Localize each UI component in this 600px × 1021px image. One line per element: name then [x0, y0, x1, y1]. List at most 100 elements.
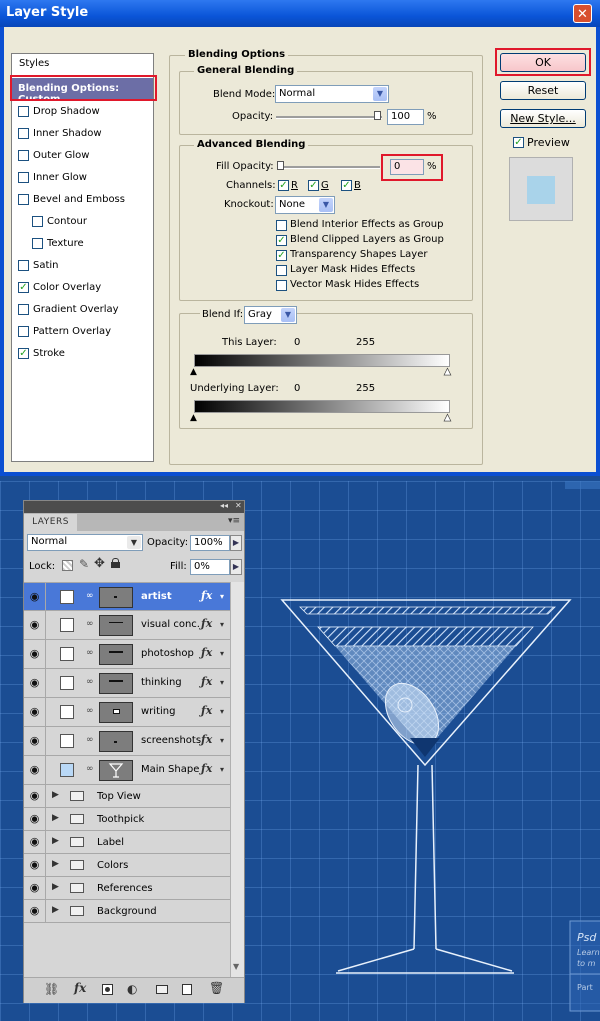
- group-row-label[interactable]: ◉ ▶ Label: [24, 831, 244, 854]
- fx-icon[interactable]: ƒx: [201, 675, 212, 688]
- opacity-slider[interactable]: [276, 116, 382, 119]
- layer-color-swatch[interactable]: [60, 618, 74, 632]
- channel-b-checkbox[interactable]: ✓: [341, 180, 352, 191]
- link-layers-icon[interactable]: ⛓: [44, 982, 59, 996]
- new-style-button[interactable]: New Style...: [500, 109, 586, 128]
- transparency-shapes-checkbox[interactable]: ✓: [276, 250, 287, 261]
- eye-icon[interactable]: ◉: [24, 854, 46, 876]
- satin-checkbox[interactable]: [18, 260, 29, 271]
- opacity-slider-thumb[interactable]: [374, 111, 381, 120]
- channel-r-checkbox[interactable]: ✓: [278, 180, 289, 191]
- expand-effects-icon[interactable]: ▾: [220, 765, 224, 774]
- new-layer-icon[interactable]: [182, 984, 192, 995]
- link-icon[interactable]: ∞: [86, 735, 94, 745]
- layer-blend-mode-select[interactable]: Normal ▼: [27, 534, 143, 551]
- fill-input[interactable]: 0%: [190, 559, 230, 575]
- expand-triangle-icon[interactable]: ▶: [52, 790, 59, 800]
- style-item-satin[interactable]: Satin: [12, 256, 153, 276]
- vector-mask-thumbnail[interactable]: [99, 760, 133, 781]
- blend-clipped-checkbox[interactable]: ✓: [276, 235, 287, 246]
- styles-header[interactable]: Styles: [19, 58, 49, 69]
- close-icon[interactable]: ✕: [573, 4, 592, 23]
- fx-icon[interactable]: ƒx: [201, 762, 212, 775]
- eye-icon[interactable]: ◉: [24, 785, 46, 807]
- expand-effects-icon[interactable]: ▾: [220, 592, 224, 601]
- chevron-down-icon[interactable]: ▼: [127, 536, 141, 549]
- preview-checkbox[interactable]: ✓: [513, 137, 524, 148]
- channel-g-checkbox[interactable]: ✓: [308, 180, 319, 191]
- eye-icon[interactable]: ◉: [24, 727, 46, 755]
- layer-row-artist[interactable]: ◉ ∞ artist ƒx ▾: [24, 582, 244, 611]
- inner-shadow-checkbox[interactable]: [18, 128, 29, 139]
- eye-icon[interactable]: ◉: [24, 877, 46, 899]
- layer-mask-hides-checkbox[interactable]: [276, 265, 287, 276]
- expand-triangle-icon[interactable]: ▶: [52, 905, 59, 915]
- link-icon[interactable]: ∞: [86, 591, 94, 601]
- panel-title-bar[interactable]: ◂◂ ✕: [24, 501, 244, 513]
- fill-opacity-slider[interactable]: [278, 166, 380, 169]
- vector-mask-thumbnail[interactable]: [99, 615, 133, 636]
- vector-mask-hides-checkbox[interactable]: [276, 280, 287, 291]
- opacity-input[interactable]: 100: [387, 109, 424, 125]
- link-icon[interactable]: ∞: [86, 706, 94, 716]
- vector-mask-thumbnail[interactable]: [99, 673, 133, 694]
- expand-effects-icon[interactable]: ▾: [220, 649, 224, 658]
- fx-icon[interactable]: ƒx: [201, 617, 212, 630]
- inner-glow-checkbox[interactable]: [18, 172, 29, 183]
- trash-icon[interactable]: 🗑: [209, 981, 224, 995]
- style-item-inner-shadow[interactable]: Inner Shadow: [12, 124, 153, 144]
- fill-opacity-slider-thumb[interactable]: [277, 161, 284, 170]
- lock-all-icon[interactable]: [111, 558, 120, 568]
- this-layer-white-thumb[interactable]: ▲: [444, 367, 452, 378]
- style-item-pattern-overlay[interactable]: Pattern Overlay: [12, 322, 153, 342]
- contour-checkbox[interactable]: [32, 216, 43, 227]
- layer-row-writing[interactable]: ◉ ∞ writing ƒx ▾: [24, 698, 244, 727]
- new-group-icon[interactable]: [156, 985, 168, 994]
- expand-triangle-icon[interactable]: ▶: [52, 859, 59, 869]
- group-row-toothpick[interactable]: ◉ ▶ Toothpick: [24, 808, 244, 831]
- style-item-stroke[interactable]: ✓ Stroke: [12, 344, 153, 364]
- layer-row-visual-concept[interactable]: ◉ ∞ visual conc... ƒx ▾: [24, 611, 244, 640]
- style-item-drop-shadow[interactable]: Drop Shadow: [12, 102, 153, 122]
- vector-mask-thumbnail[interactable]: [99, 644, 133, 665]
- dialog-title-bar[interactable]: Layer Style ✕: [0, 0, 600, 27]
- drop-shadow-checkbox[interactable]: [18, 106, 29, 117]
- group-row-background[interactable]: ◉ ▶ Background: [24, 900, 244, 923]
- style-item-contour[interactable]: Contour: [12, 212, 153, 232]
- fill-arrow-icon[interactable]: ▶: [230, 559, 242, 575]
- eye-icon[interactable]: ◉: [24, 900, 46, 922]
- vector-mask-thumbnail[interactable]: [99, 731, 133, 752]
- gradient-overlay-checkbox[interactable]: [18, 304, 29, 315]
- fx-icon[interactable]: ƒx: [201, 589, 212, 602]
- scroll-down-icon[interactable]: ▼: [233, 962, 239, 971]
- blend-if-select[interactable]: Gray ▼: [244, 306, 297, 324]
- expand-effects-icon[interactable]: ▾: [220, 736, 224, 745]
- adjustment-layer-icon[interactable]: ◐: [127, 982, 137, 996]
- stroke-checkbox[interactable]: ✓: [18, 348, 29, 359]
- layer-row-main-shape[interactable]: ◉ ∞ Main Shape ƒx ▾: [24, 756, 244, 785]
- group-row-references[interactable]: ◉ ▶ References: [24, 877, 244, 900]
- layer-row-screenshots[interactable]: ◉ ∞ screenshots ƒx ▾: [24, 727, 244, 756]
- layer-color-swatch[interactable]: [60, 705, 74, 719]
- style-item-outer-glow[interactable]: Outer Glow: [12, 146, 153, 166]
- style-item-texture[interactable]: Texture: [12, 234, 153, 254]
- eye-icon[interactable]: ◉: [24, 698, 46, 726]
- layer-opacity-input[interactable]: 100%: [190, 535, 230, 551]
- vector-mask-thumbnail[interactable]: [99, 587, 133, 608]
- collapse-icon[interactable]: ◂◂: [220, 501, 228, 510]
- link-icon[interactable]: ∞: [86, 648, 94, 658]
- texture-checkbox[interactable]: [32, 238, 43, 249]
- this-layer-black-thumb[interactable]: ▲: [190, 367, 197, 377]
- color-overlay-checkbox[interactable]: ✓: [18, 282, 29, 293]
- link-icon[interactable]: ∞: [86, 677, 94, 687]
- link-icon[interactable]: ∞: [86, 619, 94, 629]
- pattern-overlay-checkbox[interactable]: [18, 326, 29, 337]
- layer-opacity-arrow-icon[interactable]: ▶: [230, 535, 242, 551]
- layers-scrollbar[interactable]: ▼: [230, 582, 244, 977]
- eye-icon[interactable]: ◉: [24, 611, 46, 639]
- layer-row-thinking[interactable]: ◉ ∞ thinking ƒx ▾: [24, 669, 244, 698]
- lock-transparent-icon[interactable]: [62, 560, 73, 571]
- expand-triangle-icon[interactable]: ▶: [52, 836, 59, 846]
- link-icon[interactable]: ∞: [86, 764, 94, 774]
- eye-icon[interactable]: ◉: [24, 640, 46, 668]
